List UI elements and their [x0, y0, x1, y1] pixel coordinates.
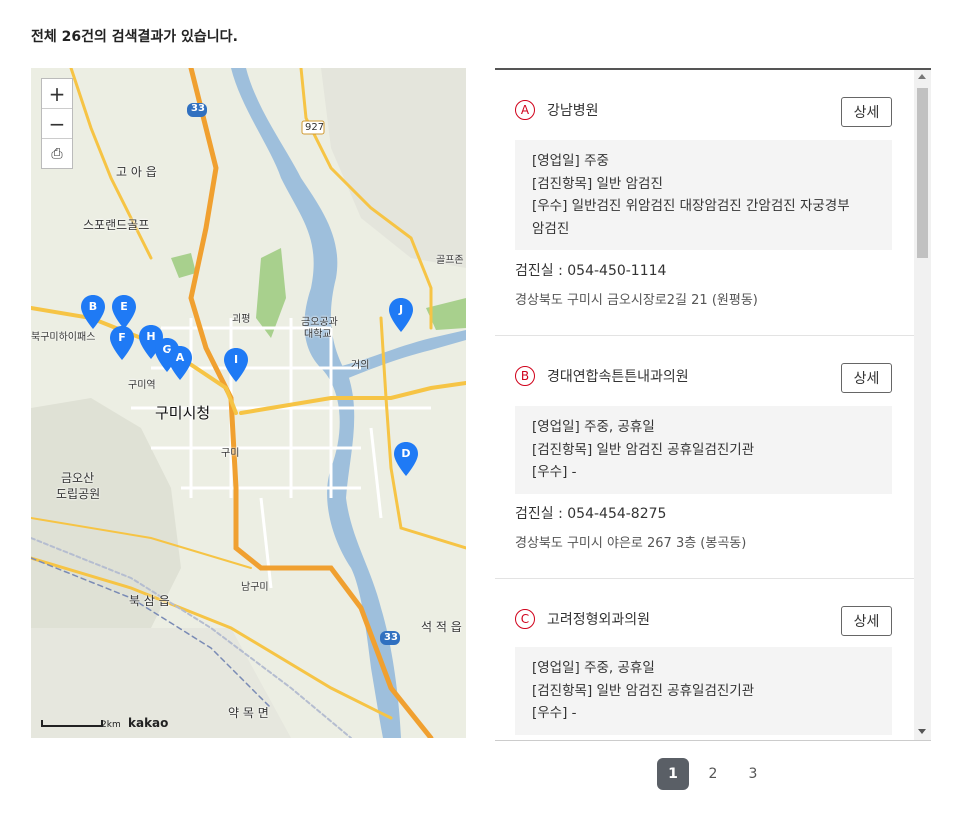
hospital-name[interactable]: 경대연합속튼튼내과의원	[547, 366, 689, 386]
map-label-seokjeok: 석 적 읍	[421, 620, 462, 634]
scroll-thumb[interactable]	[917, 88, 928, 258]
hospital-name[interactable]: 강남병원	[547, 100, 599, 120]
detail-button[interactable]: 상세	[841, 606, 892, 636]
map-view[interactable]: 33 927 33 고 아 읍 스포랜드골프 북구미하이패스 구미역 구미시청 …	[31, 68, 466, 738]
result-count: 26건	[61, 29, 95, 45]
map-label-yakmok: 약 목 면	[228, 706, 269, 720]
marker-badge: B	[515, 366, 535, 386]
map-label-geoui: 거의	[351, 360, 370, 371]
map-label-gumi-city: 구미시청	[155, 404, 211, 422]
map-label-golfzon: 골프존	[436, 255, 464, 266]
marker-badge: A	[515, 100, 535, 120]
kakao-logo: kakao	[128, 716, 169, 730]
route-33-label: 33	[191, 103, 205, 114]
page-1[interactable]: 1	[657, 758, 689, 790]
map-label-gumi-ic: 구미	[221, 448, 240, 459]
map-label-kumoh-univ: 대학교	[304, 329, 332, 340]
zoom-in-button[interactable]: +	[42, 79, 72, 109]
route-927-label: 927	[305, 122, 325, 133]
map-marker-f[interactable]: F	[110, 326, 134, 360]
result-list[interactable]: A 강남병원 상세 [영업일] 주중 [검진항목] 일반 암검진 [우수] 일반…	[495, 68, 931, 741]
map-background	[31, 68, 466, 738]
map-scale-text: 2km	[101, 720, 121, 730]
detail-button[interactable]: 상세	[841, 97, 892, 127]
map-label-buksam: 북 삼 읍	[129, 594, 170, 608]
map-label-sporeland: 스포랜드골프	[83, 218, 150, 232]
map-label-gumi-north: 북구미하이패스	[31, 332, 96, 343]
route-33b-label: 33	[384, 632, 398, 643]
map-marker-e[interactable]: E	[112, 295, 136, 329]
list-scrollbar[interactable]	[914, 70, 931, 740]
scroll-up-icon[interactable]	[918, 74, 926, 79]
map-zoom-control: + − ⎙	[41, 78, 73, 169]
address: 경상북도 구미시 금오시장로2길 21 (원평동)	[515, 293, 758, 308]
list-item: C 고려정형외과의원 상세 [영업일] 주중, 공휴일 [검진항목] 일반 암검…	[495, 579, 914, 740]
map-label-provincial-park: 도립공원	[56, 487, 101, 501]
map-label-gwapyeong: 괴평	[232, 314, 251, 325]
zoom-out-button[interactable]: −	[42, 109, 72, 139]
list-item: A 강남병원 상세 [영업일] 주중 [검진항목] 일반 암검진 [우수] 일반…	[495, 70, 914, 336]
map-label-geumosan: 금오산	[61, 471, 95, 485]
map-marker-j[interactable]: J	[389, 298, 413, 332]
page-3[interactable]: 3	[737, 758, 769, 790]
map-marker-i[interactable]: I	[224, 348, 248, 382]
list-item: B 경대연합속튼튼내과의원 상세 [영업일] 주중, 공휴일 [검진항목] 일반…	[495, 336, 914, 579]
map-label-gumi-station: 구미역	[128, 380, 156, 391]
map-marker-a[interactable]: A	[168, 346, 192, 380]
scroll-down-icon[interactable]	[918, 729, 926, 734]
address: 경상북도 구미시 야은로 267 3층 (봉곡동)	[515, 536, 747, 551]
marker-badge: C	[515, 609, 535, 629]
map-label-goa: 고 아 읍	[116, 165, 157, 179]
detail-button[interactable]: 상세	[841, 363, 892, 393]
info-box: [영업일] 주중 [검진항목] 일반 암검진 [우수] 일반검진 위암검진 대장…	[515, 140, 892, 250]
phone-number: 검진실 : 054-454-8275	[515, 506, 667, 522]
map-marker-b[interactable]: B	[81, 295, 105, 329]
print-icon: ⎙	[51, 145, 63, 162]
phone-number: 검진실 : 054-450-1114	[515, 263, 667, 279]
print-button[interactable]: ⎙	[42, 139, 72, 168]
info-box: [영업일] 주중, 공휴일 [검진항목] 일반 암검진 공휴일검진기관 [우수]…	[515, 647, 892, 735]
map-scale-bar	[41, 720, 103, 727]
pagination: 1 2 3	[657, 758, 777, 790]
info-box: [영업일] 주중, 공휴일 [검진항목] 일반 암검진 공휴일검진기관 [우수]…	[515, 406, 892, 494]
hospital-name[interactable]: 고려정형외과의원	[547, 609, 650, 629]
map-label-namgumi: 남구미	[241, 582, 269, 593]
map-marker-d[interactable]: D	[394, 442, 418, 476]
page-2[interactable]: 2	[697, 758, 729, 790]
result-summary: 전체 26건의 검색결과가 있습니다.	[31, 29, 238, 45]
